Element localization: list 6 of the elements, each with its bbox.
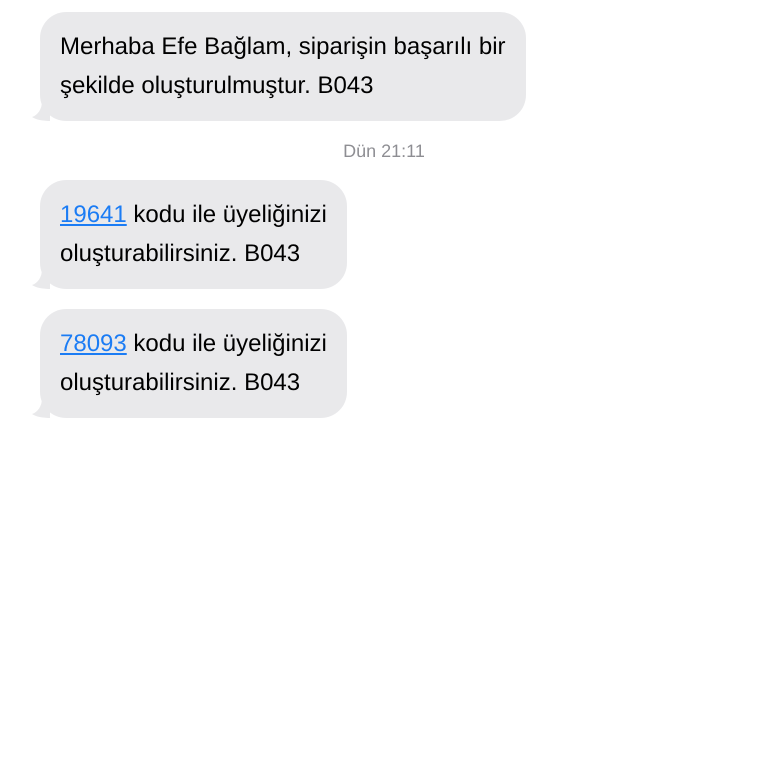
message-text: 19641 kodu ile üyeliğinizi oluşturabilirsiniz. B043 [60, 200, 327, 269]
message-text: Merhaba Efe Bağlam, siparişin başarılı bir şekilde oluşturulmuştur. B043 [60, 32, 506, 101]
code-link[interactable]: 19641 [60, 201, 127, 228]
message-timestamp: Dün 21:11 [342, 141, 426, 162]
message-text: 78093 kodu ile üyeliğinizi oluşturabilirsiniz. B043 [60, 329, 327, 398]
code-link[interactable]: 78093 [60, 330, 127, 357]
